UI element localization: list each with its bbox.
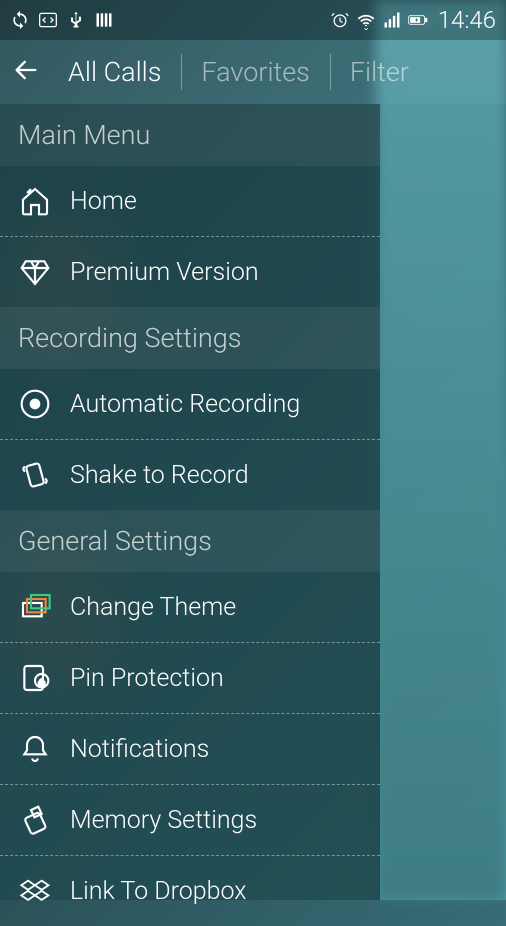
action-bar: All Calls Favorites Filter: [0, 40, 506, 104]
menu-item-label: Automatic Recording: [70, 390, 300, 419]
pin-lock-icon: [18, 661, 52, 695]
code-icon: [38, 10, 58, 30]
bell-icon: [18, 732, 52, 766]
theme-icon: [18, 590, 52, 624]
menu-item-premium[interactable]: Premium Version: [0, 237, 380, 307]
menu-item-shake-record[interactable]: Shake to Record: [0, 440, 380, 510]
back-button[interactable]: [12, 56, 40, 88]
tabs: All Calls Favorites Filter: [62, 50, 494, 94]
menu-item-label: Change Theme: [70, 593, 236, 622]
section-main-menu: Main Menu: [0, 104, 380, 166]
battery-charging-icon: [408, 10, 428, 30]
menu-item-notifications[interactable]: Notifications: [0, 714, 380, 785]
tab-all-calls[interactable]: All Calls: [62, 50, 181, 94]
menu-item-label: Shake to Record: [70, 461, 249, 490]
menu-item-pin[interactable]: Pin Protection: [0, 643, 380, 714]
background-blur: [376, 0, 506, 900]
menu-item-memory[interactable]: Memory Settings: [0, 785, 380, 856]
menu-item-label: Link To Dropbox: [70, 877, 246, 906]
home-icon: [18, 184, 52, 218]
menu-item-dropbox[interactable]: Link To Dropbox: [0, 856, 380, 926]
status-time: 14:46: [438, 6, 496, 34]
menu-item-label: Notifications: [70, 735, 209, 764]
section-recording: Recording Settings: [0, 307, 380, 369]
usb-icon: [66, 10, 86, 30]
menu-item-label: Pin Protection: [70, 664, 224, 693]
menu-item-theme[interactable]: Change Theme: [0, 572, 380, 643]
menu-item-label: Premium Version: [70, 258, 259, 287]
usb-drive-icon: [18, 803, 52, 837]
status-bar: 14:46: [0, 0, 506, 40]
tab-filter[interactable]: Filter: [330, 50, 429, 94]
section-general: General Settings: [0, 510, 380, 572]
alarm-icon: [330, 10, 350, 30]
diamond-icon: [18, 255, 52, 289]
menu-item-label: Home: [70, 187, 137, 216]
menu-item-label: Memory Settings: [70, 806, 257, 835]
shake-phone-icon: [18, 458, 52, 492]
sync-icon: [10, 10, 30, 30]
wifi-icon: [356, 10, 376, 30]
menu-item-auto-recording[interactable]: Automatic Recording: [0, 369, 380, 440]
record-icon: [18, 387, 52, 421]
dropbox-icon: [18, 874, 52, 908]
menu-item-home[interactable]: Home: [0, 166, 380, 237]
signal-icon: [382, 10, 402, 30]
tab-favorites[interactable]: Favorites: [181, 50, 329, 94]
barcode-icon: [94, 10, 114, 30]
drawer-panel: Main Menu Home Premium Version Recording…: [0, 104, 380, 900]
